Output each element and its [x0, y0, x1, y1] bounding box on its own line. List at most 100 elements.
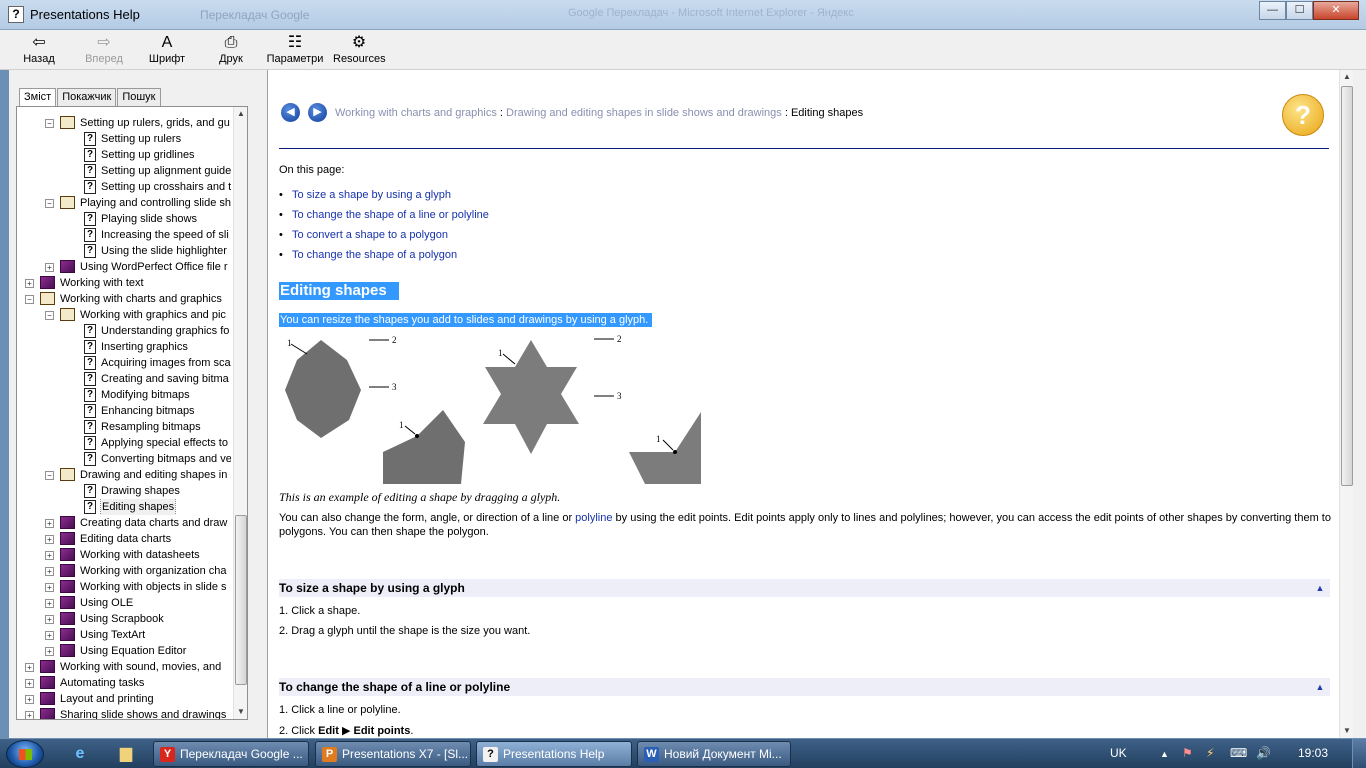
tree-item[interactable]: + Using WordPerfect Office file r	[17, 259, 231, 275]
tree-item[interactable]: ? Increasing the speed of sli	[17, 227, 231, 243]
tree-item[interactable]: − Drawing and editing shapes in	[17, 467, 231, 483]
taskbar-task[interactable]: ? Presentations Help	[476, 741, 632, 767]
scroll-down-arrow-icon[interactable]: ▼	[1340, 724, 1354, 738]
expand-icon[interactable]: +	[45, 519, 54, 528]
previous-topic-icon[interactable]: ◀	[281, 103, 300, 122]
tree-item[interactable]: − Working with graphics and pic	[17, 307, 231, 323]
expand-icon[interactable]: +	[45, 599, 54, 608]
font-button[interactable]: A Шрифт	[148, 33, 186, 66]
tree-item[interactable]: + Editing data charts	[17, 531, 231, 547]
expand-icon[interactable]: +	[25, 679, 34, 688]
volume-icon[interactable]: 🔊	[1256, 746, 1271, 760]
resources-button[interactable]: ⚙ Resources	[333, 33, 386, 66]
toc-link-change-polygon[interactable]: To change the shape of a polygon	[292, 249, 457, 261]
scroll-down-arrow-icon[interactable]: ▼	[234, 705, 247, 719]
tree-item[interactable]: ? Setting up alignment guide	[17, 163, 231, 179]
toc-link-change-line[interactable]: To change the shape of a line or polylin…	[292, 209, 489, 221]
expand-icon[interactable]: +	[45, 583, 54, 592]
tab-search[interactable]: Пошук	[117, 88, 161, 106]
expand-icon[interactable]: +	[45, 631, 54, 640]
pane-splitter[interactable]	[254, 70, 267, 738]
start-button[interactable]	[6, 740, 44, 768]
tree-item[interactable]: ? Enhancing bitmaps	[17, 403, 231, 419]
next-topic-icon[interactable]: ▶	[308, 103, 327, 122]
taskbar-task[interactable]: Y Перекладач Google ...	[153, 741, 309, 767]
tree-item[interactable]: ? Inserting graphics	[17, 339, 231, 355]
expand-icon[interactable]: +	[25, 279, 34, 288]
scroll-up-arrow-icon[interactable]: ▲	[1340, 70, 1354, 84]
tree-item[interactable]: ? Converting bitmaps and ve	[17, 451, 231, 467]
toc-link-convert-polygon[interactable]: To convert a shape to a polygon	[292, 229, 448, 241]
scroll-up-arrow-icon[interactable]: ▲	[234, 107, 247, 121]
back-to-top-icon[interactable]: ▲	[1314, 582, 1326, 594]
show-hidden-icons-icon[interactable]: ▲	[1160, 749, 1169, 759]
print-button[interactable]: ⎙ Друк	[213, 33, 249, 66]
tree-item[interactable]: + Automating tasks	[17, 675, 231, 691]
tree-item[interactable]: + Working with text	[17, 275, 231, 291]
collapse-icon[interactable]: −	[45, 471, 54, 480]
expand-icon[interactable]: +	[45, 647, 54, 656]
tree-item[interactable]: ? Understanding graphics fo	[17, 323, 231, 339]
internet-explorer-icon[interactable]: e	[68, 743, 92, 765]
tree-item[interactable]: + Working with datasheets	[17, 547, 231, 563]
content-scrollbar[interactable]: ▲ ▼	[1339, 70, 1353, 738]
tree-item[interactable]: ? Drawing shapes	[17, 483, 231, 499]
expand-icon[interactable]: +	[25, 695, 34, 704]
tab-contents[interactable]: Зміст	[19, 88, 57, 107]
tree-item[interactable]: + Using Equation Editor	[17, 643, 231, 659]
close-button[interactable]: ✕	[1313, 1, 1359, 20]
taskbar-task[interactable]: P Presentations X7 - [Sl...	[315, 741, 471, 767]
tree-item[interactable]: ? Acquiring images from sca	[17, 355, 231, 371]
minimize-button[interactable]: —	[1259, 1, 1286, 20]
expand-icon[interactable]: +	[45, 567, 54, 576]
toc-link-size-shape[interactable]: To size a shape by using a glyph	[292, 189, 451, 201]
tree-item[interactable]: ? Using the slide highlighter	[17, 243, 231, 259]
taskbar-task[interactable]: W Новий Документ Mi...	[637, 741, 791, 767]
tree-item[interactable]: + Layout and printing	[17, 691, 231, 707]
tree-item[interactable]: − Working with charts and graphics	[17, 291, 231, 307]
tree-item[interactable]: + Sharing slide shows and drawings	[17, 707, 231, 719]
expand-icon[interactable]: +	[45, 551, 54, 560]
tree-item[interactable]: ? Setting up rulers	[17, 131, 231, 147]
tree-item[interactable]: + Working with organization cha	[17, 563, 231, 579]
tree-item[interactable]: ? Resampling bitmaps	[17, 419, 231, 435]
language-indicator[interactable]: UK	[1110, 746, 1127, 760]
collapse-icon[interactable]: −	[25, 295, 34, 304]
tree-item[interactable]: + Using Scrapbook	[17, 611, 231, 627]
collapse-icon[interactable]: −	[45, 199, 54, 208]
content-scroll-thumb[interactable]	[1341, 86, 1353, 486]
folder-icon[interactable]: ▆	[114, 743, 138, 765]
expand-icon[interactable]: +	[45, 615, 54, 624]
clock[interactable]: 19:03	[1298, 746, 1328, 760]
back-button[interactable]: ⇦ Назад	[20, 33, 58, 66]
tab-index[interactable]: Покажчик	[57, 88, 117, 106]
network-icon[interactable]: ⌨	[1230, 746, 1247, 760]
tree-item[interactable]: ? Applying special effects to	[17, 435, 231, 451]
expand-icon[interactable]: +	[45, 263, 54, 272]
expand-icon[interactable]: +	[45, 535, 54, 544]
expand-icon[interactable]: +	[25, 663, 34, 672]
tree-item[interactable]: − Playing and controlling slide sh	[17, 195, 231, 211]
tree-item[interactable]: ? Setting up gridlines	[17, 147, 231, 163]
breadcrumb-link-charts[interactable]: Working with charts and graphics	[335, 107, 497, 119]
tree-scroll-thumb[interactable]	[235, 515, 247, 685]
options-button[interactable]: ☷ Параметри	[266, 33, 324, 66]
tree-item[interactable]: ? Playing slide shows	[17, 211, 231, 227]
help-question-icon[interactable]: ?	[1282, 94, 1324, 136]
tree-item[interactable]: ? Creating and saving bitma	[17, 371, 231, 387]
polyline-link[interactable]: polyline	[575, 512, 612, 524]
tree-item[interactable]: ? Modifying bitmaps	[17, 387, 231, 403]
maximize-button[interactable]: ☐	[1286, 1, 1313, 20]
forward-button[interactable]: ⇨ Вперед	[82, 33, 126, 66]
action-center-icon[interactable]: ⚑	[1182, 746, 1193, 760]
back-to-top-icon[interactable]: ▲	[1314, 681, 1326, 693]
tree-item[interactable]: + Working with sound, movies, and	[17, 659, 231, 675]
tree-item[interactable]: + Creating data charts and draw	[17, 515, 231, 531]
tree-item[interactable]: + Using TextArt	[17, 627, 231, 643]
breadcrumb-link-drawing[interactable]: Drawing and editing shapes in slide show…	[506, 107, 782, 119]
tree-item[interactable]: + Using OLE	[17, 595, 231, 611]
tree-item[interactable]: ? Setting up crosshairs and t	[17, 179, 231, 195]
show-desktop-button[interactable]	[1352, 739, 1366, 768]
tree-item[interactable]: + Working with objects in slide s	[17, 579, 231, 595]
expand-icon[interactable]: +	[25, 711, 34, 719]
